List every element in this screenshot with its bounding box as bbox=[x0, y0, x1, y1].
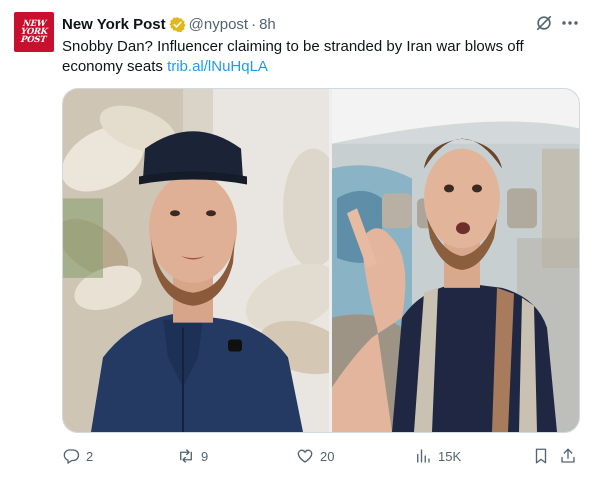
photo-right bbox=[332, 89, 579, 432]
media-image-left[interactable] bbox=[63, 89, 329, 432]
bookmark-button[interactable] bbox=[532, 445, 550, 467]
verified-icon[interactable] bbox=[169, 16, 186, 33]
avatar[interactable]: NEW YORK POST bbox=[14, 12, 54, 52]
like-icon bbox=[297, 449, 313, 463]
repost-button[interactable]: 9 bbox=[177, 445, 208, 467]
reply-count: 2 bbox=[86, 448, 94, 464]
like-button[interactable]: 20 bbox=[296, 445, 334, 467]
more-icon[interactable] bbox=[560, 14, 580, 32]
media-image-right[interactable] bbox=[332, 89, 579, 432]
media-grid[interactable] bbox=[62, 88, 580, 433]
tweet-body: Snobby Dan? Influencer claiming to be st… bbox=[62, 38, 524, 75]
action-bar: 2 9 20 15K bbox=[62, 445, 582, 467]
share-button[interactable] bbox=[559, 445, 577, 467]
tweet-link[interactable]: trib.al/lNuHqLA bbox=[167, 58, 268, 75]
tweet-header: New York Post @nypost · 8h bbox=[62, 14, 276, 34]
reply-button[interactable]: 2 bbox=[62, 445, 93, 467]
tweet[interactable]: NEW YORK POST New York Post @nypost · 8h… bbox=[0, 0, 593, 494]
grok-icon[interactable] bbox=[535, 14, 553, 32]
separator: · bbox=[251, 15, 257, 33]
avatar-text-line: POST bbox=[20, 35, 48, 45]
bookmark-icon bbox=[535, 448, 547, 464]
tweet-text: Snobby Dan? Influencer claiming to be st… bbox=[62, 37, 562, 77]
photo-left bbox=[63, 89, 329, 432]
views-button[interactable]: 15K bbox=[414, 445, 461, 467]
reply-icon bbox=[63, 449, 80, 464]
author-handle[interactable]: @nypost bbox=[189, 16, 248, 33]
like-count: 20 bbox=[320, 448, 335, 464]
author-name[interactable]: New York Post bbox=[62, 16, 166, 33]
repost-icon bbox=[180, 449, 192, 463]
timestamp[interactable]: 8h bbox=[259, 16, 276, 33]
share-icon bbox=[561, 448, 575, 463]
views-count: 15K bbox=[438, 448, 462, 464]
repost-count: 9 bbox=[201, 448, 209, 464]
views-icon bbox=[417, 449, 430, 463]
